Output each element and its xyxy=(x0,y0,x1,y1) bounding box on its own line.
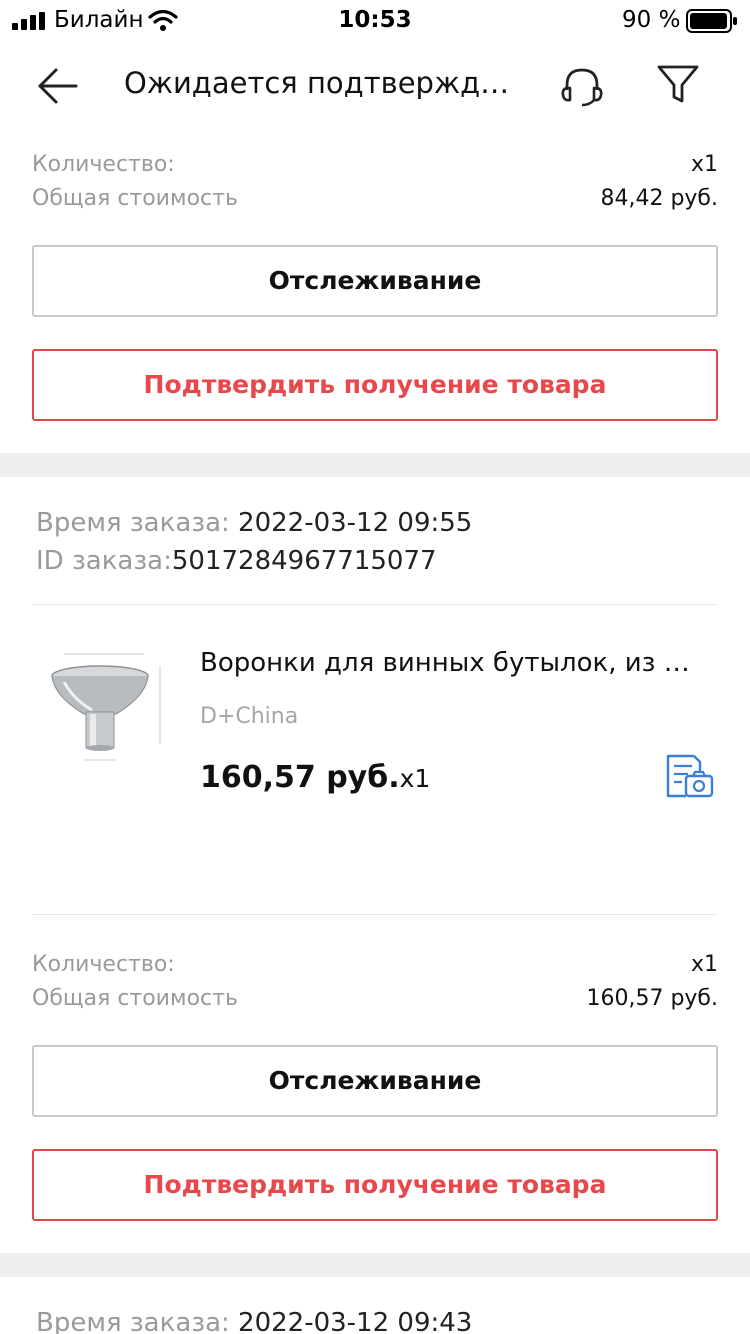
battery-icon xyxy=(686,9,737,33)
total-row: Общая стоимость 84,42 руб. xyxy=(32,186,718,211)
order-id-label: ID заказа: xyxy=(36,546,172,576)
total-label: Общая стоимость xyxy=(32,186,238,211)
order-time-label: Время заказа: xyxy=(36,508,230,538)
order-separator xyxy=(0,1253,750,1277)
total-label: Общая стоимость xyxy=(32,986,238,1011)
quantity-label: Количество: xyxy=(32,952,175,977)
order-time: Время заказа: 2022-03-12 09:55 xyxy=(36,508,472,538)
price-value: 160,57 руб. xyxy=(200,760,400,795)
quantity-row: Количество: x1 xyxy=(32,952,718,977)
order-time: Время заказа: 2022-03-12 09:43 xyxy=(36,1308,472,1334)
order-id: ID заказа:5017284967715077 xyxy=(36,546,437,576)
funnel-icon[interactable] xyxy=(656,62,700,106)
photo-review-icon[interactable] xyxy=(664,754,714,800)
quantity-row: Количество: x1 xyxy=(32,152,718,177)
total-value: 84,42 руб. xyxy=(600,186,718,211)
quantity-value: x1 xyxy=(690,952,718,977)
order-separator xyxy=(0,453,750,477)
order-time-value: 2022-03-12 09:55 xyxy=(229,508,473,538)
total-value: 160,57 руб. xyxy=(586,986,718,1011)
nav-bar: Ожидается подтвержде... xyxy=(0,46,750,128)
divider xyxy=(32,604,718,605)
total-row: Общая стоимость 160,57 руб. xyxy=(32,986,718,1011)
headset-icon[interactable] xyxy=(560,64,604,108)
order-id-value: 5017284967715077 xyxy=(171,546,437,576)
confirm-receipt-button[interactable]: Подтвердить получение товара xyxy=(32,349,718,421)
arrow-left-icon[interactable] xyxy=(36,64,80,108)
product-price: 160,57 руб.x1 xyxy=(200,760,430,795)
divider xyxy=(32,914,718,915)
store-name[interactable]: D+China xyxy=(200,704,298,729)
order-time-value: 2022-03-12 09:43 xyxy=(229,1308,473,1334)
product-qty: x1 xyxy=(399,764,431,793)
product-image[interactable] xyxy=(44,644,176,768)
status-bar: Билайн 10:53 90 % xyxy=(0,0,750,40)
order-time-label: Время заказа: xyxy=(36,1308,230,1334)
battery-percent: 90 % xyxy=(622,7,681,33)
page-title: Ожидается подтвержде... xyxy=(124,66,524,100)
quantity-value: x1 xyxy=(690,152,718,177)
product-name[interactable]: Воронки для винных бутылок, из н... xyxy=(200,648,700,678)
confirm-receipt-button[interactable]: Подтвердить получение товара xyxy=(32,1149,718,1221)
quantity-label: Количество: xyxy=(32,152,175,177)
track-button[interactable]: Отслеживание xyxy=(32,245,718,317)
track-button[interactable]: Отслеживание xyxy=(32,1045,718,1117)
